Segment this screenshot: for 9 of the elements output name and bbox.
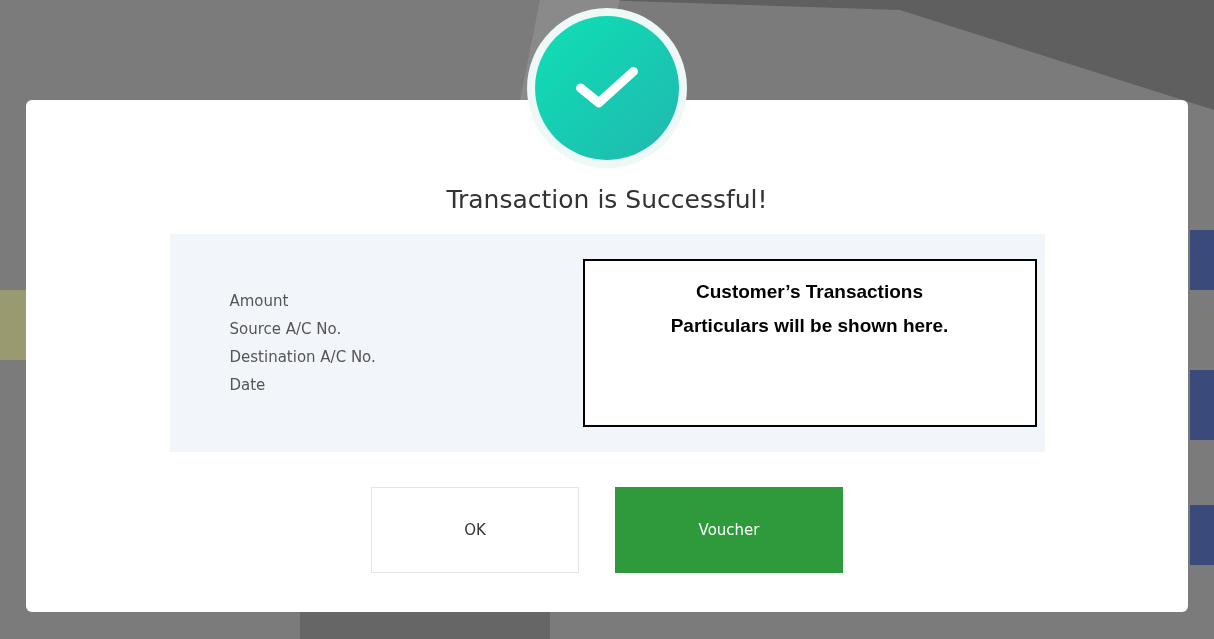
field-label: Date <box>229 375 267 396</box>
voucher-button[interactable]: Voucher <box>615 487 843 573</box>
dialog-title: Transaction is Successful! <box>446 185 768 214</box>
field-label: Destination A/C No. <box>229 347 377 368</box>
ok-button[interactable]: OK <box>371 487 579 573</box>
note-text: Customer’s Transactions <box>696 280 923 304</box>
note-text: Particulars will be shown here. <box>670 314 949 338</box>
field-label: Source A/C No. <box>229 319 343 340</box>
field-label: Amount <box>229 291 290 312</box>
